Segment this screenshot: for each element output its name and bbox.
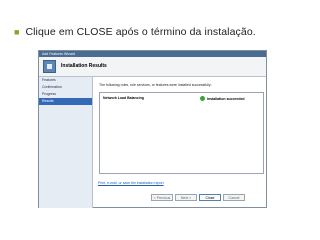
bullet-text: Clique em CLOSE após o término da instal… bbox=[25, 26, 256, 38]
next-button[interactable]: Next > bbox=[175, 194, 197, 201]
result-name: Network Load Balancing bbox=[103, 96, 144, 100]
nav-item-progress[interactable]: Progress bbox=[39, 91, 92, 98]
wizard-nav: Features Confirmation Progress Results bbox=[39, 77, 93, 208]
success-icon bbox=[200, 96, 205, 101]
nav-item-results[interactable]: Results bbox=[39, 98, 92, 105]
result-row: Network Load Balancing Installation succ… bbox=[103, 96, 261, 102]
result-status: Installation succeeded bbox=[200, 96, 245, 101]
result-status-text: Installation succeeded bbox=[207, 96, 245, 101]
button-bar: < Previous Next > Close Cancel bbox=[95, 190, 265, 206]
banner-title: Installation Results bbox=[61, 63, 107, 69]
bullet-icon: ■ bbox=[14, 26, 20, 37]
slide-bullet: ■ Clique em CLOSE após o término da inst… bbox=[14, 26, 256, 38]
previous-button[interactable]: < Previous bbox=[151, 194, 173, 201]
wizard-icon bbox=[43, 60, 56, 73]
report-link[interactable]: Print, e-mail, or save the installation … bbox=[98, 181, 164, 185]
results-panel: Network Load Balancing Installation succ… bbox=[99, 92, 264, 174]
close-button[interactable]: Close bbox=[199, 194, 221, 201]
wizard-content: The following roles, role services, or f… bbox=[95, 77, 265, 208]
content-message: The following roles, role services, or f… bbox=[99, 83, 212, 87]
nav-item-features[interactable]: Features bbox=[39, 77, 92, 84]
cancel-button[interactable]: Cancel bbox=[223, 194, 245, 201]
wizard-banner: Installation Results bbox=[39, 57, 266, 77]
wizard-screenshot: Add Features Wizard Installation Results… bbox=[38, 50, 267, 208]
nav-item-confirmation[interactable]: Confirmation bbox=[39, 84, 92, 91]
